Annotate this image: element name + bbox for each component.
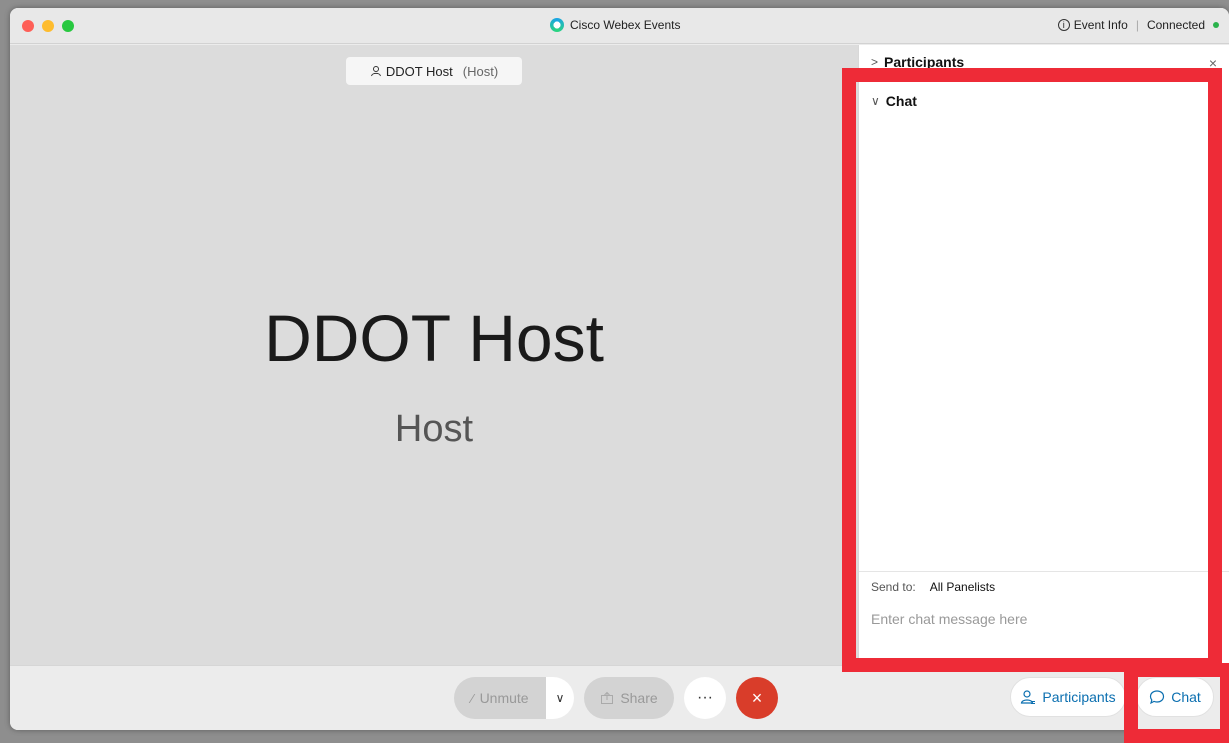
audio-options-dropdown[interactable]: ∨ — [546, 677, 574, 719]
close-chat-panel-button[interactable]: × — [1209, 94, 1217, 110]
close-window-button[interactable] — [22, 20, 34, 32]
chevron-right-icon: > — [871, 55, 879, 69]
app-title-text: Cisco Webex Events — [570, 18, 681, 32]
chat-bubble-icon — [1150, 690, 1165, 705]
close-icon: × — [751, 687, 763, 708]
video-stage: DDOT Host (Host) DDOT Host Host — [10, 45, 858, 665]
unmute-label: Unmute — [479, 690, 529, 706]
share-icon — [601, 691, 614, 704]
event-info-button[interactable]: i Event Info — [1057, 18, 1128, 32]
participants-panel-title: Participants — [884, 54, 965, 70]
host-icon — [370, 66, 381, 77]
microphone-muted-icon: ∕ — [471, 690, 474, 706]
active-speaker-role: (Host) — [462, 63, 499, 79]
active-speaker-label: DDOT Host (Host) — [346, 57, 522, 85]
active-speaker-name: DDOT Host — [385, 63, 453, 79]
participants-icon — [1021, 690, 1036, 704]
control-bar: ∕ Unmute ∨ Share ··· × Participants Chat — [10, 665, 1229, 730]
event-info-label: Event Info — [1073, 18, 1128, 32]
close-participants-panel-button[interactable]: × — [1209, 55, 1217, 71]
app-window: Cisco Webex Events i Event Info | Connec… — [10, 8, 1229, 730]
chat-message-input[interactable] — [871, 607, 1211, 631]
more-options-button[interactable]: ··· — [684, 677, 726, 719]
chevron-down-icon[interactable]: ∨ — [1214, 580, 1223, 594]
connection-status: Connected — [1146, 18, 1205, 32]
chevron-down-icon: ∨ — [555, 691, 565, 705]
zoom-window-button[interactable] — [62, 20, 74, 32]
info-icon: i — [1057, 19, 1070, 31]
chat-button[interactable]: Chat — [1136, 677, 1214, 717]
chat-button-label: Chat — [1171, 689, 1201, 705]
title-bar-right: i Event Info | Connected — [1057, 18, 1219, 32]
chat-panel-title: Chat — [885, 93, 917, 109]
minimize-window-button[interactable] — [42, 20, 54, 32]
share-label: Share — [620, 690, 658, 706]
send-to-row: Send to: All Panelists ∨ — [859, 571, 1229, 601]
share-button[interactable]: Share — [584, 677, 674, 719]
leave-event-button[interactable]: × — [736, 677, 778, 719]
connected-indicator-icon — [1213, 22, 1219, 28]
side-panel: > Participants × ∨ Chat × Send to: All P… — [858, 45, 1229, 665]
title-bar: Cisco Webex Events i Event Info | Connec… — [10, 8, 1229, 44]
chat-panel-header[interactable]: ∨ Chat — [871, 93, 917, 109]
chevron-down-icon: ∨ — [871, 94, 880, 108]
participant-role: Host — [394, 408, 474, 450]
app-title: Cisco Webex Events — [550, 18, 681, 32]
participants-button[interactable]: Participants — [1010, 677, 1126, 717]
webex-logo-icon — [550, 18, 564, 32]
send-to-select[interactable]: All Panelists — [930, 580, 995, 594]
participants-panel-header[interactable]: > Participants — [871, 54, 964, 70]
divider: | — [1135, 18, 1139, 32]
participant-name: DDOT Host — [264, 301, 604, 375]
participants-button-label: Participants — [1042, 689, 1116, 705]
unmute-button[interactable]: ∕ Unmute — [454, 677, 546, 719]
more-options-icon: ··· — [697, 689, 713, 706]
send-to-label: Send to: — [871, 580, 916, 594]
